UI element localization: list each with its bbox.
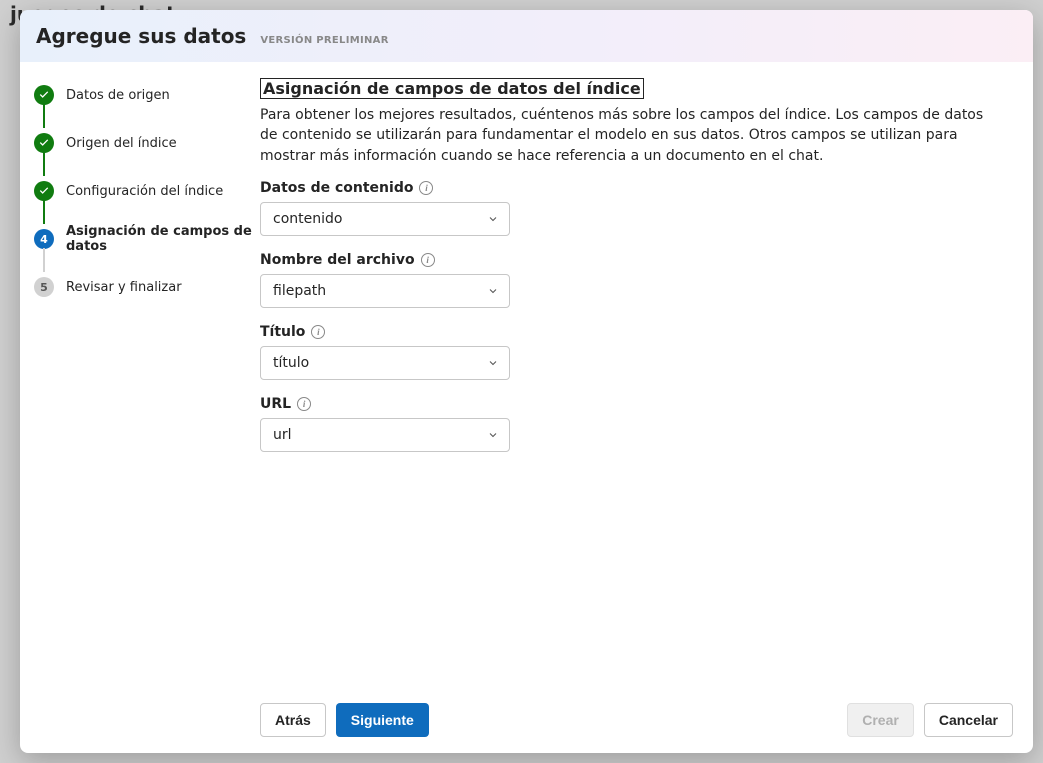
chevron-down-icon — [487, 429, 499, 441]
modal-footer: Atrás Siguiente Crear Cancelar — [260, 687, 1013, 737]
wizard-stepper: Datos de origen Origen del índice Config… — [20, 62, 260, 753]
info-icon[interactable]: i — [419, 181, 433, 195]
step-label: Origen del índice — [66, 136, 177, 151]
next-button[interactable]: Siguiente — [336, 703, 429, 737]
check-icon — [34, 181, 54, 201]
modal-main: Asignación de campos de datos del índice… — [260, 62, 1033, 753]
preview-badge: VERSIÓN PRELIMINAR — [260, 35, 388, 46]
step-number-icon: 5 — [34, 277, 54, 297]
info-icon[interactable]: i — [421, 253, 435, 267]
back-button[interactable]: Atrás — [260, 703, 326, 737]
check-icon — [34, 85, 54, 105]
select-value: título — [273, 355, 309, 371]
step-index-config[interactable]: Configuración del índice — [34, 178, 252, 204]
field-title: Título i título — [260, 324, 1013, 380]
step-number-icon: 4 — [34, 229, 54, 249]
title-select[interactable]: título — [260, 346, 510, 380]
step-data-source[interactable]: Datos de origen — [34, 82, 252, 108]
create-button: Crear — [847, 703, 914, 737]
field-url: URL i url — [260, 396, 1013, 452]
url-select[interactable]: url — [260, 418, 510, 452]
page-description: Para obtener los mejores resultados, cué… — [260, 105, 1000, 166]
info-icon[interactable]: i — [297, 397, 311, 411]
filename-select[interactable]: filepath — [260, 274, 510, 308]
step-label: Datos de origen — [66, 88, 170, 103]
step-label: Asignación de campos de datos — [66, 224, 252, 254]
field-content-data: Datos de contenido i contenido — [260, 180, 1013, 236]
modal-header: Agregue sus datos VERSIÓN PRELIMINAR — [20, 10, 1033, 62]
step-label: Configuración del índice — [66, 184, 223, 199]
step-label: Revisar y finalizar — [66, 280, 182, 295]
check-icon — [34, 133, 54, 153]
field-filename: Nombre del archivo i filepath — [260, 252, 1013, 308]
select-value: contenido — [273, 211, 342, 227]
step-review-finish[interactable]: 5 Revisar y finalizar — [34, 274, 252, 300]
chevron-down-icon — [487, 357, 499, 369]
step-index-source[interactable]: Origen del índice — [34, 130, 252, 156]
select-value: url — [273, 427, 292, 443]
add-data-modal: Agregue sus datos VERSIÓN PRELIMINAR Dat… — [20, 10, 1033, 753]
content-data-select[interactable]: contenido — [260, 202, 510, 236]
chevron-down-icon — [487, 285, 499, 297]
info-icon[interactable]: i — [311, 325, 325, 339]
field-label-text: Datos de contenido — [260, 180, 413, 196]
field-label-text: Nombre del archivo — [260, 252, 415, 268]
select-value: filepath — [273, 283, 326, 299]
step-field-mapping[interactable]: 4 Asignación de campos de datos — [34, 226, 252, 252]
page-heading: Asignación de campos de datos del índice — [260, 78, 644, 99]
field-label-text: Título — [260, 324, 305, 340]
field-label-text: URL — [260, 396, 291, 412]
chevron-down-icon — [487, 213, 499, 225]
cancel-button[interactable]: Cancelar — [924, 703, 1013, 737]
modal-title: Agregue sus datos — [36, 24, 246, 48]
